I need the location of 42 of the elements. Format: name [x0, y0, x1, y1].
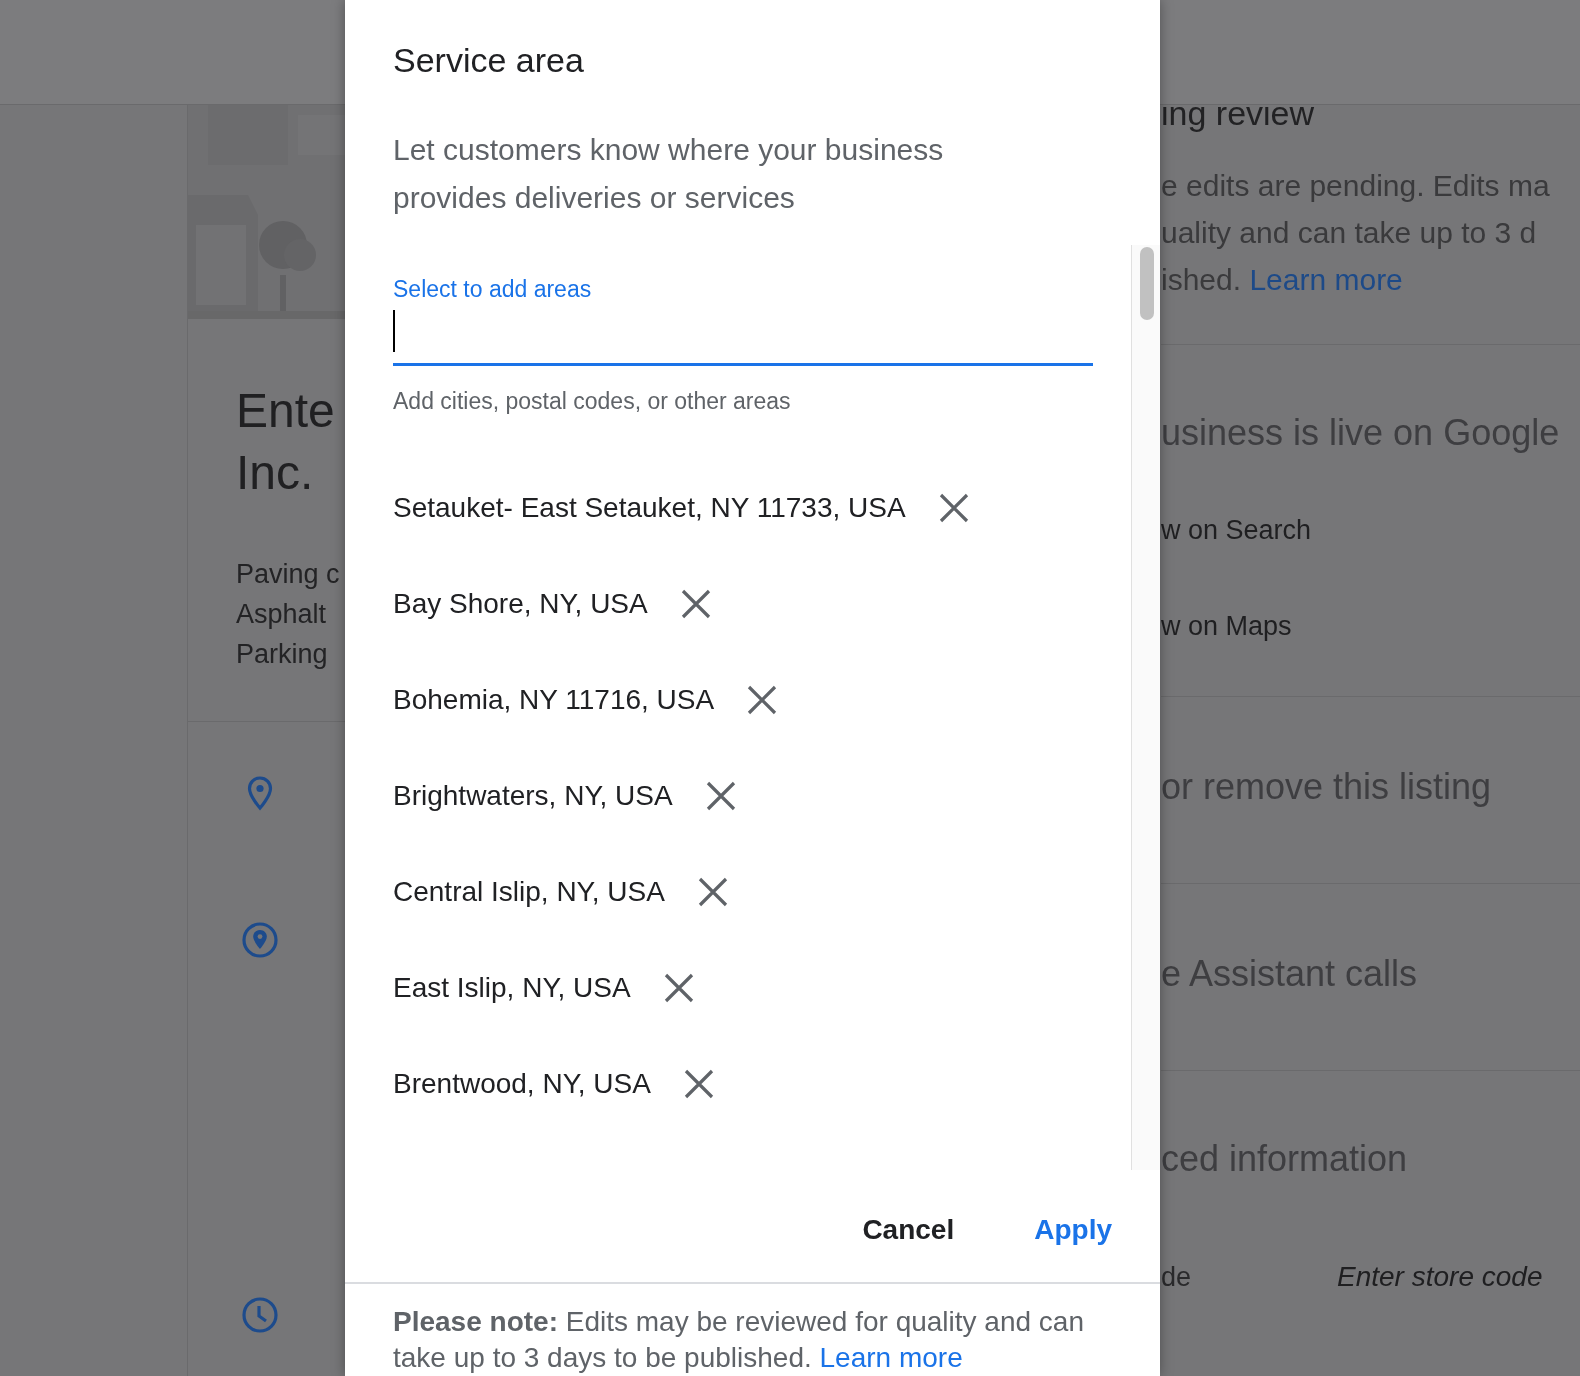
scrollbar[interactable]: [1131, 245, 1160, 1170]
area-name: Bohemia, NY 11716, USA: [393, 684, 715, 716]
note-text: Please note: Edits may be reviewed for quality and can take up to 3 days to be published. Learn more: [392, 1305, 1085, 1375]
category-text: Asphalt: [236, 598, 328, 631]
apply-button[interactable]: Apply: [1018, 1206, 1128, 1254]
section-heading: usiness is live on Google: [1161, 411, 1560, 455]
area-name: Bay Shore, NY, USA: [393, 588, 648, 620]
learn-more-link[interactable]: Learn more: [819, 1342, 963, 1373]
notice-text: uality and can take up to 3 d: [1161, 215, 1538, 251]
store-code-field[interactable]: Enter store code: [1337, 1261, 1567, 1293]
section-heading: or remove this listing: [1161, 765, 1492, 809]
notice-text: e edits are pending. Edits ma: [1161, 168, 1551, 204]
view-link[interactable]: w on Maps: [1161, 606, 1292, 646]
category-text: Paving c: [236, 558, 341, 591]
remove-button[interactable]: [746, 684, 779, 716]
pin-in-circle-icon: [242, 920, 278, 960]
clock-icon: [242, 1295, 278, 1335]
section-heading: ced information: [1161, 1137, 1408, 1181]
notice-text: ished. Learn more: [1161, 262, 1404, 298]
section-heading: ing review: [1161, 105, 1315, 131]
section-heading: e Assistant calls: [1161, 952, 1418, 996]
business-name: Inc.: [236, 445, 315, 501]
area-name: Setauket- East Setauket, NY 11733, USA: [393, 492, 906, 524]
remove-button[interactable]: [679, 588, 712, 620]
remove-button[interactable]: [704, 780, 737, 812]
area-name: Brentwood, NY, USA: [393, 1068, 651, 1100]
business-name: Ente: [236, 383, 336, 439]
helper-text: Add cities, postal codes, or other areas: [393, 388, 791, 414]
dialog-title: Service area: [393, 40, 584, 81]
view-link[interactable]: w on Search: [1161, 510, 1312, 550]
remove-button[interactable]: [937, 492, 970, 524]
area-name: East Islip, NY, USA: [393, 972, 631, 1004]
field-label: de: [1161, 1261, 1193, 1293]
remove-button[interactable]: [662, 972, 695, 1004]
category-text: Parking: [236, 638, 329, 671]
field-label: Select to add areas: [393, 275, 592, 304]
remove-button[interactable]: [682, 1068, 715, 1100]
area-name: Brightwaters, NY, USA: [393, 780, 673, 812]
cancel-button[interactable]: Cancel: [846, 1206, 971, 1254]
remove-button[interactable]: [696, 876, 729, 908]
dialog-description: Let customers know where your business provides deliveries or services: [393, 132, 945, 216]
area-name: Central Islip, NY, USA: [393, 876, 665, 908]
